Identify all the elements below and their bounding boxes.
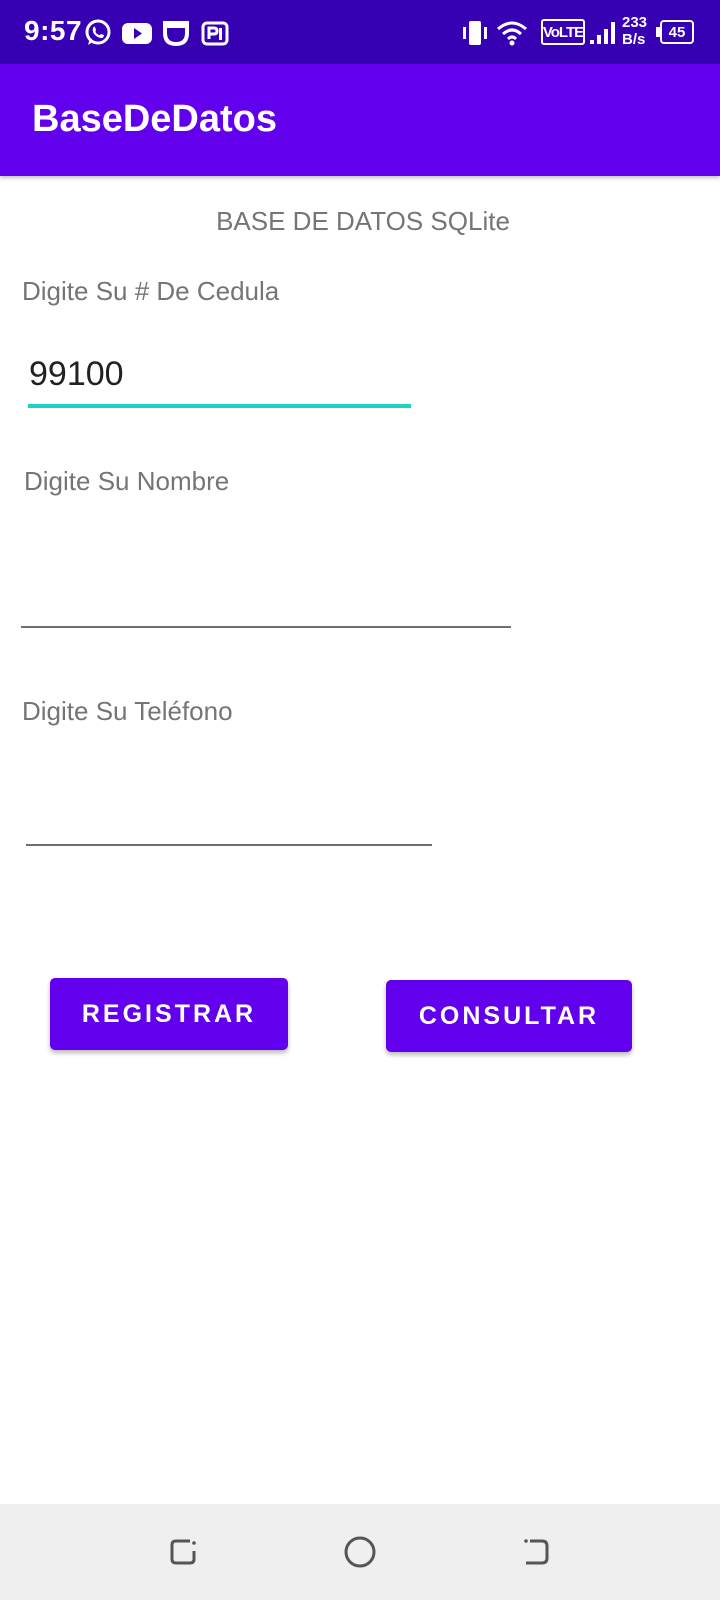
battery-level: 45 <box>668 23 686 41</box>
youtube-icon <box>122 23 152 44</box>
recent-apps-icon[interactable] <box>164 1532 204 1572</box>
registrar-button[interactable]: REGISTRAR <box>50 978 288 1050</box>
paytm-icon <box>201 21 229 46</box>
nombre-label: Digite Su Nombre <box>24 466 230 496</box>
network-speed-unit: B/s <box>622 31 646 48</box>
telefono-input-underline <box>26 844 432 846</box>
navigation-bar <box>0 1504 720 1600</box>
app-title: BaseDeDatos <box>32 98 277 140</box>
wifi-icon <box>497 21 527 46</box>
home-icon[interactable] <box>340 1532 380 1572</box>
volte-badge: VoLTE <box>541 19 585 45</box>
status-time: 9:57 <box>24 15 83 46</box>
cedula-label: Digite Su # De Cedula <box>22 276 280 306</box>
whatsapp-icon <box>85 19 111 45</box>
cedula-input-value: 99100 <box>29 355 124 393</box>
back-icon[interactable] <box>516 1532 556 1572</box>
signal-icon <box>590 22 615 44</box>
cup-icon <box>163 21 189 47</box>
nombre-input[interactable] <box>21 560 511 630</box>
consultar-button[interactable]: CONSULTAR <box>386 980 632 1052</box>
vibrate-icon <box>463 21 487 45</box>
status-bar: 9:57 VoLTE 233 B/s 45 <box>0 0 720 64</box>
network-speed-value: 233 <box>622 14 648 31</box>
battery-icon: 45 <box>656 20 696 44</box>
page-heading: BASE DE DATOS SQLite <box>0 206 720 237</box>
page-heading-text: BASE DE DATOS SQLite <box>216 206 510 236</box>
cedula-input[interactable]: 99100 <box>28 345 411 409</box>
volte-label: VoLTE <box>542 23 584 41</box>
app-bar: BaseDeDatos <box>0 64 720 176</box>
nombre-input-underline <box>21 626 511 628</box>
cedula-input-underline <box>28 404 411 408</box>
app-screen: 9:57 VoLTE 233 B/s 45 BaseDeDatos BASE D… <box>0 0 720 1600</box>
telefono-input[interactable] <box>26 780 432 848</box>
telefono-label: Digite Su Teléfono <box>22 696 233 726</box>
